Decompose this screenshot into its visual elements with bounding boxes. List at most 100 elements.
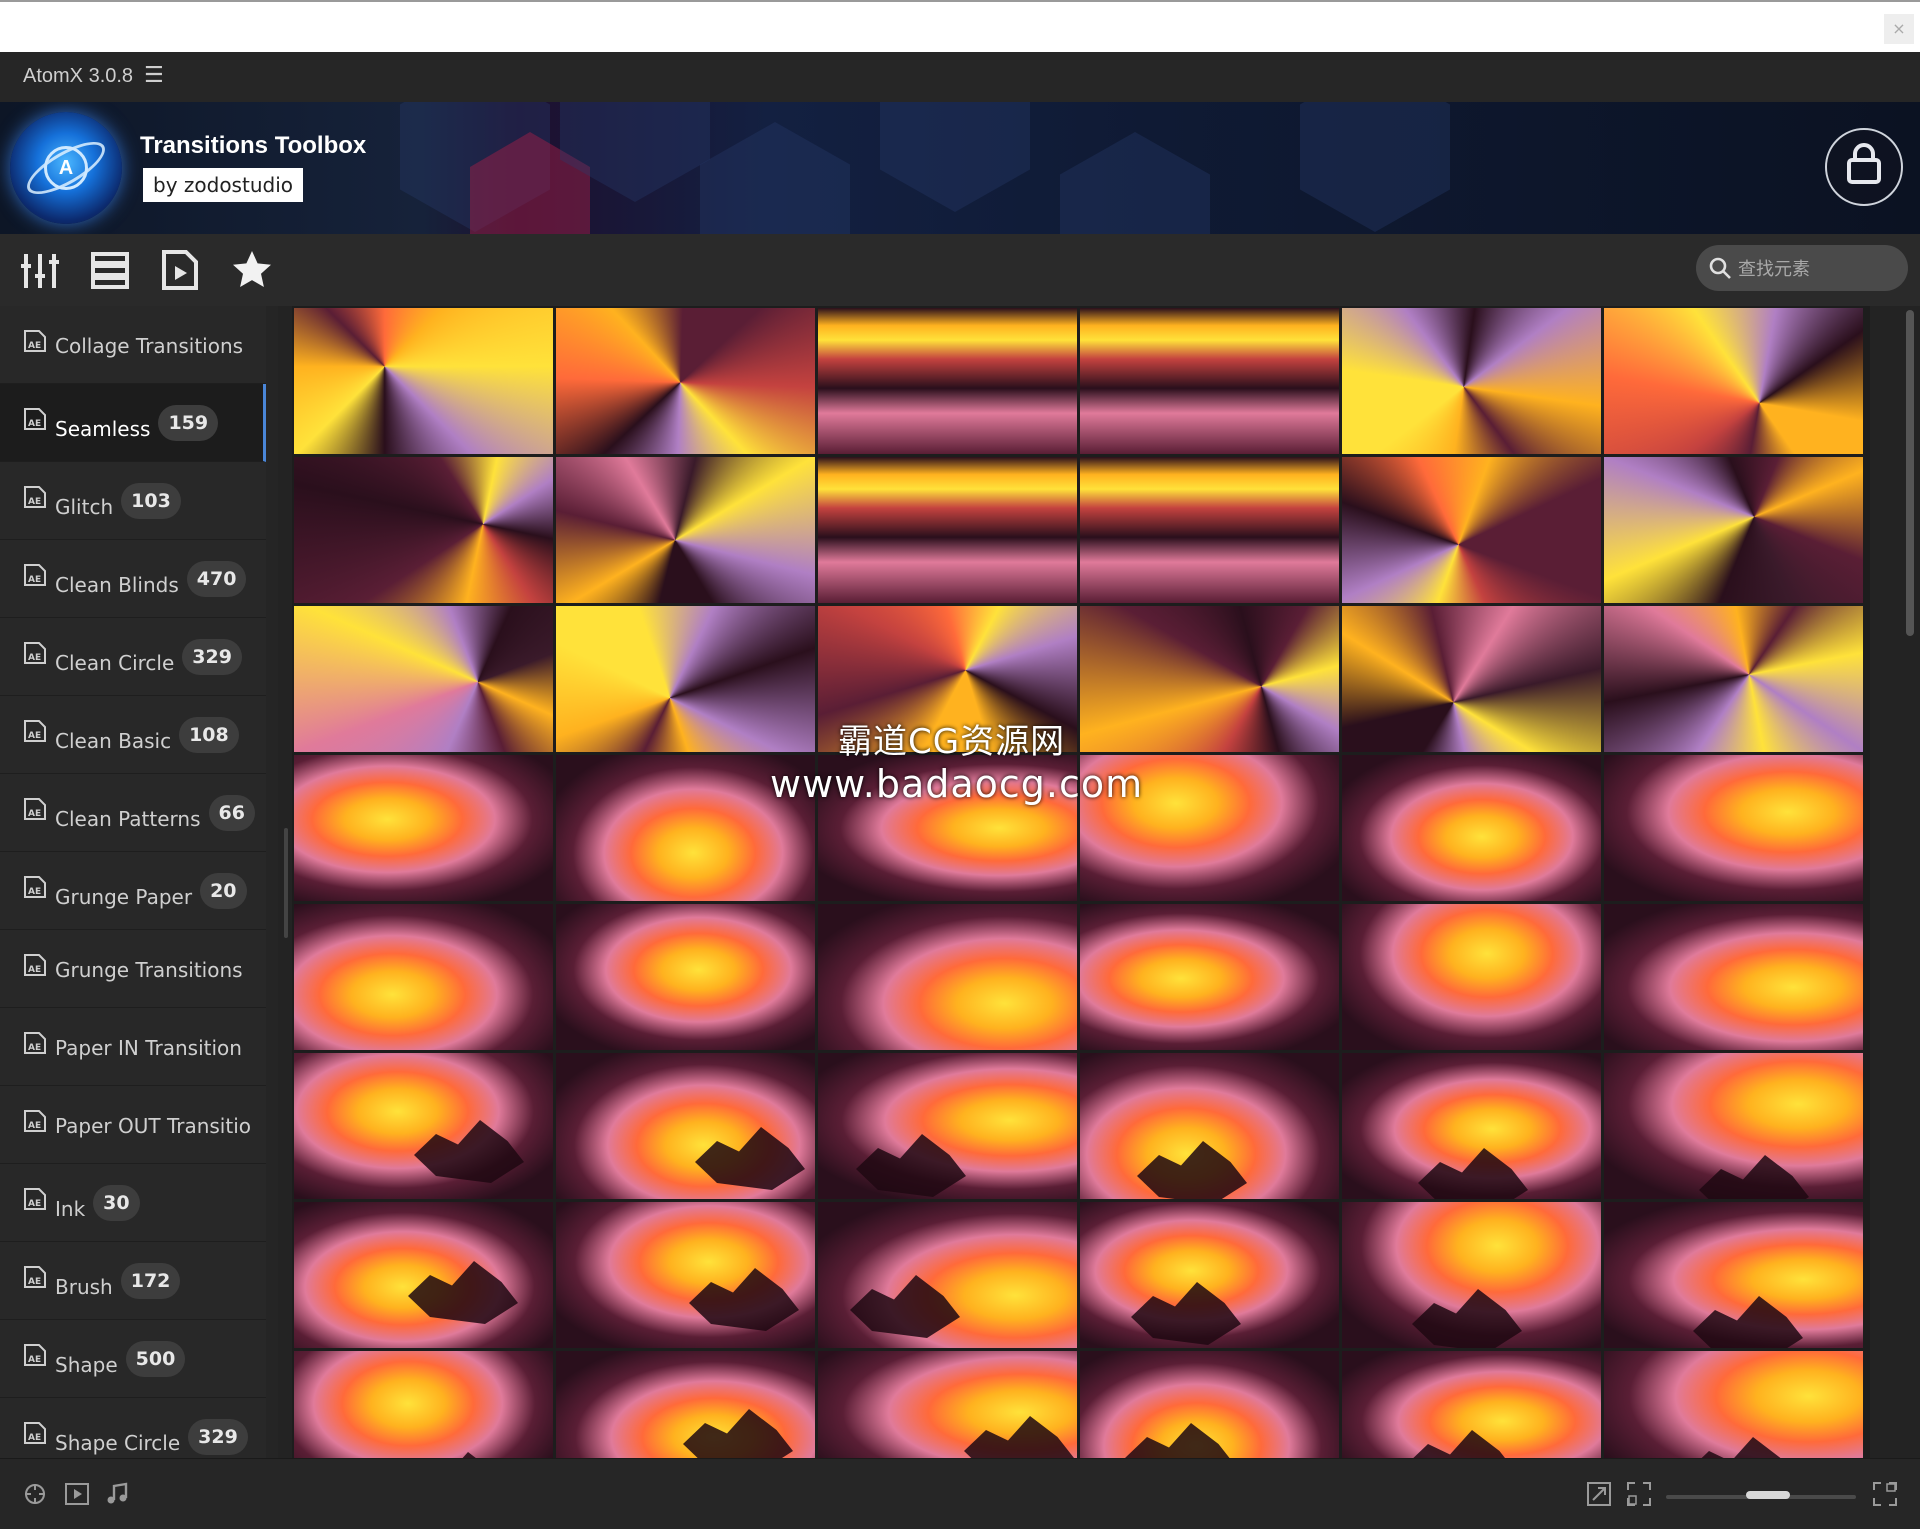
preset-thumbnail[interactable] (1080, 308, 1339, 454)
sidebar-item[interactable]: AE Clean Basic 108 (0, 696, 266, 774)
preset-thumbnail[interactable] (1604, 755, 1863, 901)
sidebar-item[interactable]: AE Clean Blinds 470 (0, 540, 266, 618)
sidebar-item[interactable]: AE Glitch 103 (0, 462, 266, 540)
preset-thumbnail[interactable] (294, 1351, 553, 1458)
preset-thumbnail[interactable] (1080, 904, 1339, 1050)
sidebar-item[interactable]: AE Clean Patterns 66 (0, 774, 266, 852)
preset-thumbnail[interactable] (1604, 904, 1863, 1050)
sidebar-item[interactable]: AE Paper IN Transition (0, 1008, 266, 1086)
shop-button[interactable] (1825, 128, 1903, 206)
watermark-url: www.badaocg.com (770, 762, 1144, 806)
sidebar-item-name: Grunge Transitions (55, 958, 243, 982)
video-file-icon[interactable] (158, 248, 202, 292)
preset-thumbnail[interactable] (1080, 1202, 1339, 1348)
sidebar-item[interactable]: AE Collage Transitions (0, 306, 266, 384)
preset-thumbnail[interactable] (294, 606, 553, 752)
sidebar-item-count: 329 (188, 1419, 248, 1455)
preset-thumbnail[interactable] (1604, 1351, 1863, 1458)
preset-thumbnail[interactable] (1342, 606, 1601, 752)
preset-grid (292, 306, 1870, 1458)
preset-thumbnail[interactable] (1604, 606, 1863, 752)
sliders-icon[interactable] (18, 248, 62, 292)
preset-thumbnail[interactable] (294, 904, 553, 1050)
pack-title: Transitions Toolbox (140, 132, 367, 159)
preset-thumbnail[interactable] (1342, 904, 1601, 1050)
preset-thumbnail[interactable] (818, 1202, 1077, 1348)
sidebar-item-label: Clean Patterns 66 (55, 795, 255, 838)
preset-thumbnail[interactable] (1342, 1053, 1601, 1199)
preset-thumbnail[interactable] (556, 606, 815, 752)
preset-thumbnail[interactable] (1080, 1053, 1339, 1199)
svg-text:AE: AE (28, 809, 41, 819)
thumbnail-silhouette (850, 1275, 960, 1338)
grid-scrollbar-thumb[interactable] (1906, 310, 1914, 636)
preset-thumbnail[interactable] (1604, 308, 1863, 454)
preset-thumbnail[interactable] (818, 457, 1077, 603)
preset-thumbnail[interactable] (818, 1053, 1077, 1199)
banner-decor (880, 102, 1030, 212)
sidebar-item-count: 103 (121, 483, 181, 519)
banner-decor (1300, 102, 1450, 232)
preset-thumbnail[interactable] (1080, 1351, 1339, 1458)
list-icon[interactable] (88, 248, 132, 292)
star-icon[interactable] (230, 248, 274, 292)
preset-thumbnail[interactable] (556, 904, 815, 1050)
ae-file-icon: AE (24, 408, 46, 430)
export-icon[interactable] (1586, 1481, 1612, 1507)
preset-thumbnail[interactable] (556, 1351, 815, 1458)
sidebar-item[interactable]: AE Grunge Paper 20 (0, 852, 266, 930)
preset-thumbnail[interactable] (1342, 308, 1601, 454)
preset-thumbnail[interactable] (294, 755, 553, 901)
sidebar-item[interactable]: AE Brush 172 (0, 1242, 266, 1320)
sidebar-item[interactable]: AE Seamless 159 (0, 384, 266, 462)
sidebar-resize-handle[interactable] (284, 828, 288, 938)
thumbnail-silhouette (689, 1268, 799, 1331)
fullscreen-icon[interactable] (1872, 1481, 1898, 1507)
sidebar-scrollbar[interactable] (266, 306, 278, 1458)
sidebar-item[interactable]: AE Clean Circle 329 (0, 618, 266, 696)
sidebar-item-label: Seamless 159 (55, 405, 219, 448)
preset-thumbnail[interactable] (1342, 457, 1601, 603)
sidebar-item-label: Glitch 103 (55, 483, 181, 526)
preset-thumbnail[interactable] (556, 308, 815, 454)
preset-thumbnail[interactable] (1080, 606, 1339, 752)
thumbnail-silhouette (964, 1416, 1074, 1458)
music-note-icon[interactable] (104, 1481, 130, 1507)
sidebar-item[interactable]: AE Shape Circle 329 (0, 1398, 266, 1458)
preset-thumbnail[interactable] (1604, 1053, 1863, 1199)
gamepad-icon[interactable] (22, 1481, 48, 1507)
preset-thumbnail[interactable] (1342, 1351, 1601, 1458)
sidebar-item[interactable]: AE Paper OUT Transitio (0, 1086, 266, 1164)
sidebar-item[interactable]: AE Shape 500 (0, 1320, 266, 1398)
sidebar-item[interactable]: AE Grunge Transitions (0, 930, 266, 1008)
sidebar-item[interactable]: AE Ink 30 (0, 1164, 266, 1242)
sidebar-item-label: Paper IN Transition (55, 1036, 242, 1060)
hamburger-icon[interactable]: ☰ (144, 63, 164, 88)
preset-thumbnail[interactable] (294, 457, 553, 603)
preset-thumbnail[interactable] (1604, 1202, 1863, 1348)
preset-thumbnail[interactable] (1342, 755, 1601, 901)
preset-thumbnail[interactable] (818, 308, 1077, 454)
preset-thumbnail[interactable] (1342, 1202, 1601, 1348)
preset-thumbnail[interactable] (818, 1351, 1077, 1458)
preset-thumbnail[interactable] (294, 308, 553, 454)
preset-thumbnail[interactable] (556, 457, 815, 603)
preset-thumbnail[interactable] (818, 904, 1077, 1050)
preset-thumbnail[interactable] (1080, 457, 1339, 603)
preset-thumbnail[interactable] (556, 1202, 815, 1348)
sidebar-item-count: 329 (182, 639, 242, 675)
search-input[interactable] (1736, 254, 1900, 284)
fit-icon[interactable] (1626, 1481, 1652, 1507)
window-close-button[interactable]: × (1884, 14, 1914, 44)
sidebar-item-label: Grunge Transitions (55, 958, 243, 982)
ae-file-icon: AE (24, 1032, 46, 1054)
preset-thumbnail[interactable] (1604, 457, 1863, 603)
zoom-slider-thumb[interactable] (1746, 1491, 1791, 1499)
sidebar-item-name: Clean Blinds (55, 573, 179, 597)
play-box-icon[interactable] (64, 1481, 90, 1507)
search-box[interactable] (1696, 245, 1908, 291)
app-header: AtomX 3.0.8 ☰ (0, 52, 1920, 103)
preset-thumbnail[interactable] (556, 1053, 815, 1199)
preset-thumbnail[interactable] (294, 1053, 553, 1199)
preset-thumbnail[interactable] (294, 1202, 553, 1348)
